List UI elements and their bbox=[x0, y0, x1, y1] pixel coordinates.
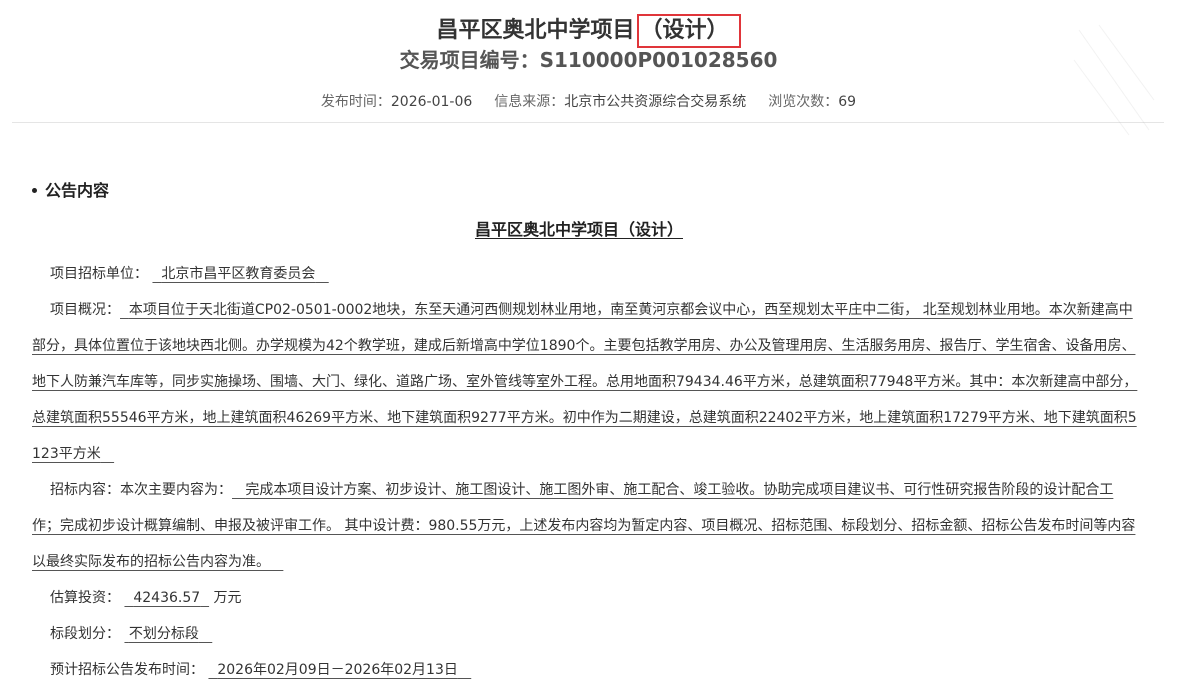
source-label: 信息来源： bbox=[494, 94, 565, 110]
lots-value-text: 不划分标段 bbox=[128, 626, 199, 642]
notice-title: 昌平区奥北中学项目（设计） bbox=[0, 219, 1166, 241]
bullet-icon bbox=[32, 187, 37, 193]
investment-label: 估算投资： bbox=[50, 590, 120, 606]
notice-body: 项目招标单位： 北京市昌平区教育委员会 项目概况： 本项目位于天北街道CP02-… bbox=[32, 256, 1138, 688]
unit-label: 项目招标单位： bbox=[50, 266, 148, 282]
schedule-label: 预计招标公告发布时间： bbox=[50, 662, 204, 678]
page-title-highlight: （设计） bbox=[636, 14, 741, 48]
lots-value: 不划分标段 bbox=[124, 626, 212, 642]
page-title-main: 昌平区奥北中学项目 bbox=[436, 18, 635, 43]
section-heading: 公告内容 bbox=[32, 180, 109, 202]
notice-title-text: 昌平区奥北中学项目（设计） bbox=[474, 220, 683, 239]
investment-unit: 万元 bbox=[213, 590, 242, 606]
views-count: 69 bbox=[838, 94, 857, 110]
lots-label: 标段划分： bbox=[50, 626, 120, 642]
content-label: 招标内容：本次主要内容为： bbox=[50, 482, 232, 498]
content-row: 招标内容：本次主要内容为： 完成本项目设计方案、初步设计、施工图设计、施工图外审… bbox=[32, 472, 1138, 580]
overview-value-text: 本项目位于天北街道CP02-0501-0002地块，东至天通河西侧规划林业用地，… bbox=[32, 302, 1138, 462]
overview-value: 本项目位于天北街道CP02-0501-0002地块，东至天通河西侧规划林业用地，… bbox=[32, 302, 1137, 462]
publish-date: 2026-01-06 bbox=[390, 94, 473, 110]
source-value: 北京市公共资源综合交易系统 bbox=[564, 94, 747, 110]
schedule-value: 2026年02月09日－2026年02月13日 bbox=[208, 662, 471, 678]
section-heading-text: 公告内容 bbox=[45, 181, 110, 200]
watermark-decoration bbox=[1073, 24, 1155, 136]
overview-row: 项目概况： 本项目位于天北街道CP02-0501-0002地块，东至天通河西侧规… bbox=[32, 292, 1138, 472]
schedule-row: 预计招标公告发布时间： 2026年02月09日－2026年02月13日 bbox=[32, 652, 1138, 688]
publish-label: 发布时间： bbox=[320, 94, 391, 110]
page-title: 昌平区奥北中学项目 （设计） bbox=[0, 14, 1177, 48]
investment-value-text: 42436.57 bbox=[133, 590, 201, 606]
project-number: 交易项目编号：S110000P001028560 bbox=[0, 46, 1177, 74]
unit-value: 北京市昌平区教育委员会 bbox=[152, 266, 328, 282]
lots-row: 标段划分： 不划分标段 bbox=[32, 616, 1138, 652]
investment-value: 42436.57 bbox=[124, 590, 209, 606]
header-divider bbox=[12, 122, 1164, 123]
schedule-value-text: 2026年02月09日－2026年02月13日 bbox=[217, 662, 458, 678]
overview-label: 项目概况： bbox=[50, 302, 120, 318]
investment-row: 估算投资： 42436.57 万元 bbox=[32, 580, 1138, 616]
meta-info: 发布时间：2026-01-06 信息来源：北京市公共资源综合交易系统 浏览次数：69 bbox=[0, 92, 1177, 112]
views-label: 浏览次数： bbox=[768, 94, 839, 110]
unit-value-text: 北京市昌平区教育委员会 bbox=[161, 266, 316, 282]
project-number-value: S110000P001028560 bbox=[539, 48, 778, 72]
unit-row: 项目招标单位： 北京市昌平区教育委员会 bbox=[32, 256, 1138, 292]
project-number-label: 交易项目编号： bbox=[399, 48, 540, 72]
